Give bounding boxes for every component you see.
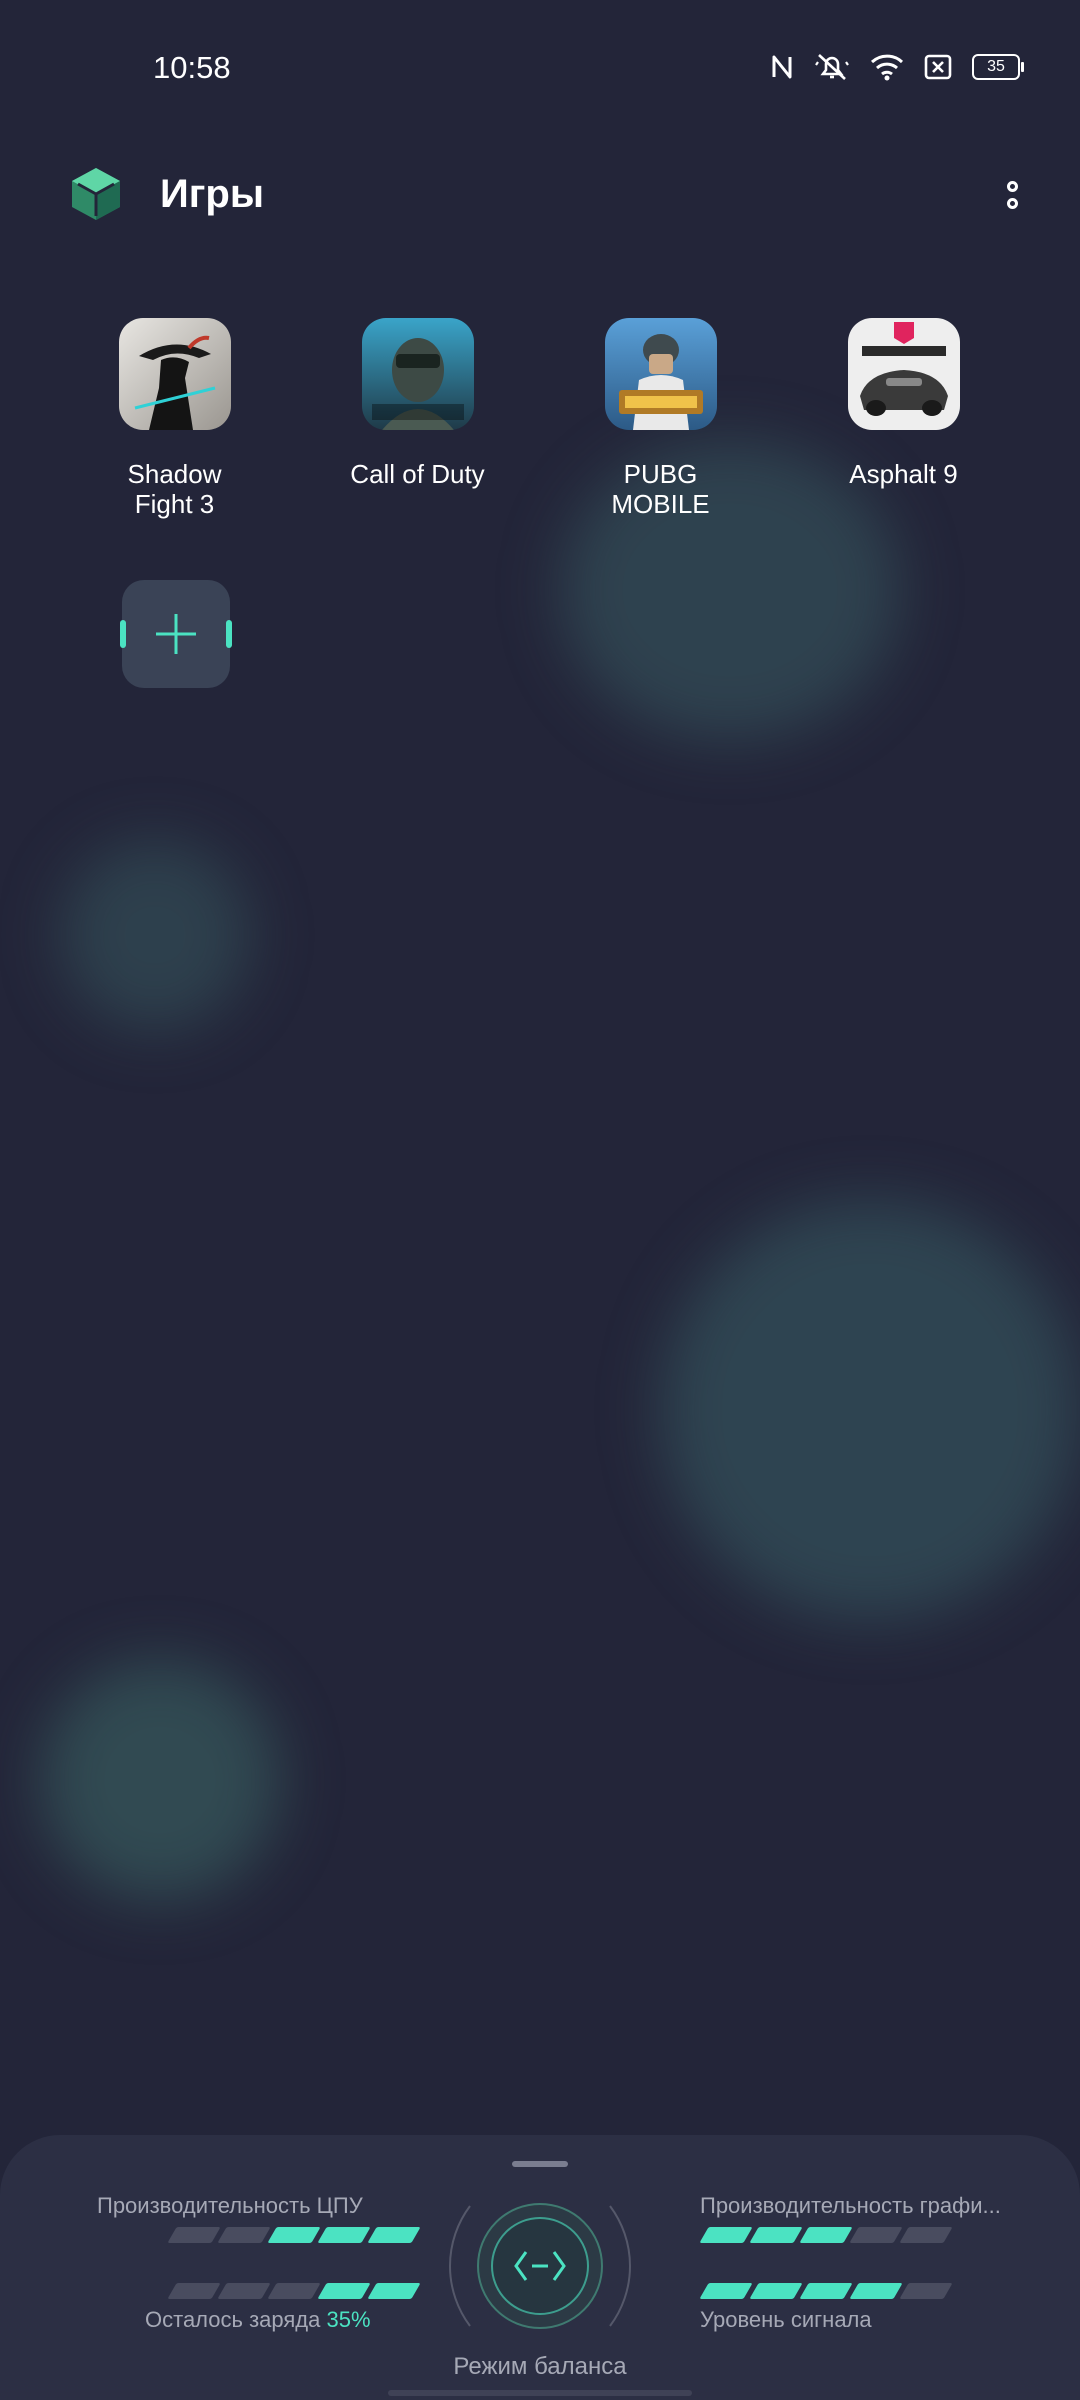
background-glow — [40, 1660, 280, 1900]
signal-level-label: Уровень сигнала — [700, 2307, 872, 2332]
sim-off-icon — [924, 54, 952, 80]
more-vertical-icon — [1006, 181, 1018, 192]
meter-segment — [317, 2227, 371, 2243]
game-tile-pubg-mobile[interactable]: PUBG MOBILE — [539, 318, 782, 519]
plus-icon — [156, 614, 196, 654]
cpu-performance-label: Производительность ЦПУ — [97, 2193, 363, 2218]
gpu-performance-label: Производительность графи... — [700, 2193, 1001, 2218]
meter-segment — [849, 2227, 903, 2243]
gesture-bar — [388, 2390, 692, 2396]
meter-segment — [167, 2227, 221, 2243]
meter-segment — [699, 2283, 753, 2299]
game-label: PUBG MOBILE — [611, 459, 710, 519]
meter-segment — [267, 2227, 321, 2243]
game-space-logo-icon — [72, 168, 120, 220]
gpu-performance-meter — [699, 2227, 953, 2243]
meter-segment — [799, 2227, 853, 2243]
meter-segment — [749, 2227, 803, 2243]
status-time: 10:58 — [153, 50, 231, 85]
game-tile-shadow-fight-3[interactable]: Shadow Fight 3 — [53, 318, 296, 519]
signal-meter — [699, 2283, 953, 2299]
status-icons: 35 — [770, 52, 1024, 82]
status-bar: 10:58 35 — [0, 0, 1080, 140]
meter-segment — [899, 2227, 953, 2243]
meter-segment — [317, 2283, 371, 2299]
cpu-performance-meter — [167, 2227, 421, 2243]
page-title: Игры — [160, 172, 265, 216]
more-options-button[interactable] — [996, 172, 1028, 218]
background-glow — [660, 1200, 1080, 1620]
meter-segment — [217, 2227, 271, 2243]
meter-segment — [899, 2283, 953, 2299]
meter-segment — [167, 2283, 221, 2299]
meter-segment — [699, 2227, 753, 2243]
balance-mode-icon — [514, 2251, 566, 2281]
battery-remaining-label: Осталось заряда 35% — [145, 2307, 371, 2333]
meter-segment — [367, 2283, 421, 2299]
meter-segment — [849, 2283, 903, 2299]
drag-handle[interactable] — [512, 2161, 568, 2167]
game-label: Asphalt 9 — [849, 459, 958, 489]
battery-icon: 35 — [972, 54, 1024, 80]
battery-meter — [167, 2283, 421, 2299]
wifi-icon — [870, 54, 904, 81]
meter-segment — [799, 2283, 853, 2299]
more-vertical-icon — [1006, 198, 1018, 209]
balance-mode-label: Режим баланса — [453, 2353, 627, 2380]
performance-panel[interactable]: Производительность ЦПУ Осталось заряда 3… — [0, 2135, 1080, 2400]
shadow-fight-3-icon — [118, 318, 231, 430]
battery-percent: 35% — [326, 2307, 371, 2332]
pubg-mobile-icon — [604, 318, 717, 430]
mute-icon — [815, 54, 849, 80]
battery-remaining-text: Осталось заряда — [145, 2307, 321, 2332]
game-label: Call of Duty — [350, 459, 485, 489]
asphalt-9-icon — [847, 318, 960, 430]
game-tile-call-of-duty[interactable]: Call of Duty — [296, 318, 539, 489]
meter-segment — [217, 2283, 271, 2299]
meter-segment — [749, 2283, 803, 2299]
meter-segment — [367, 2227, 421, 2243]
add-game-button[interactable] — [120, 580, 232, 688]
game-tile-asphalt-9[interactable]: Asphalt 9 — [782, 318, 1025, 489]
app-header: Игры — [0, 150, 1080, 240]
background-glow — [60, 840, 250, 1030]
game-label: Shadow Fight 3 — [127, 459, 222, 519]
meter-segment — [267, 2283, 321, 2299]
call-of-duty-icon — [361, 318, 474, 430]
nfc-icon — [772, 55, 792, 79]
